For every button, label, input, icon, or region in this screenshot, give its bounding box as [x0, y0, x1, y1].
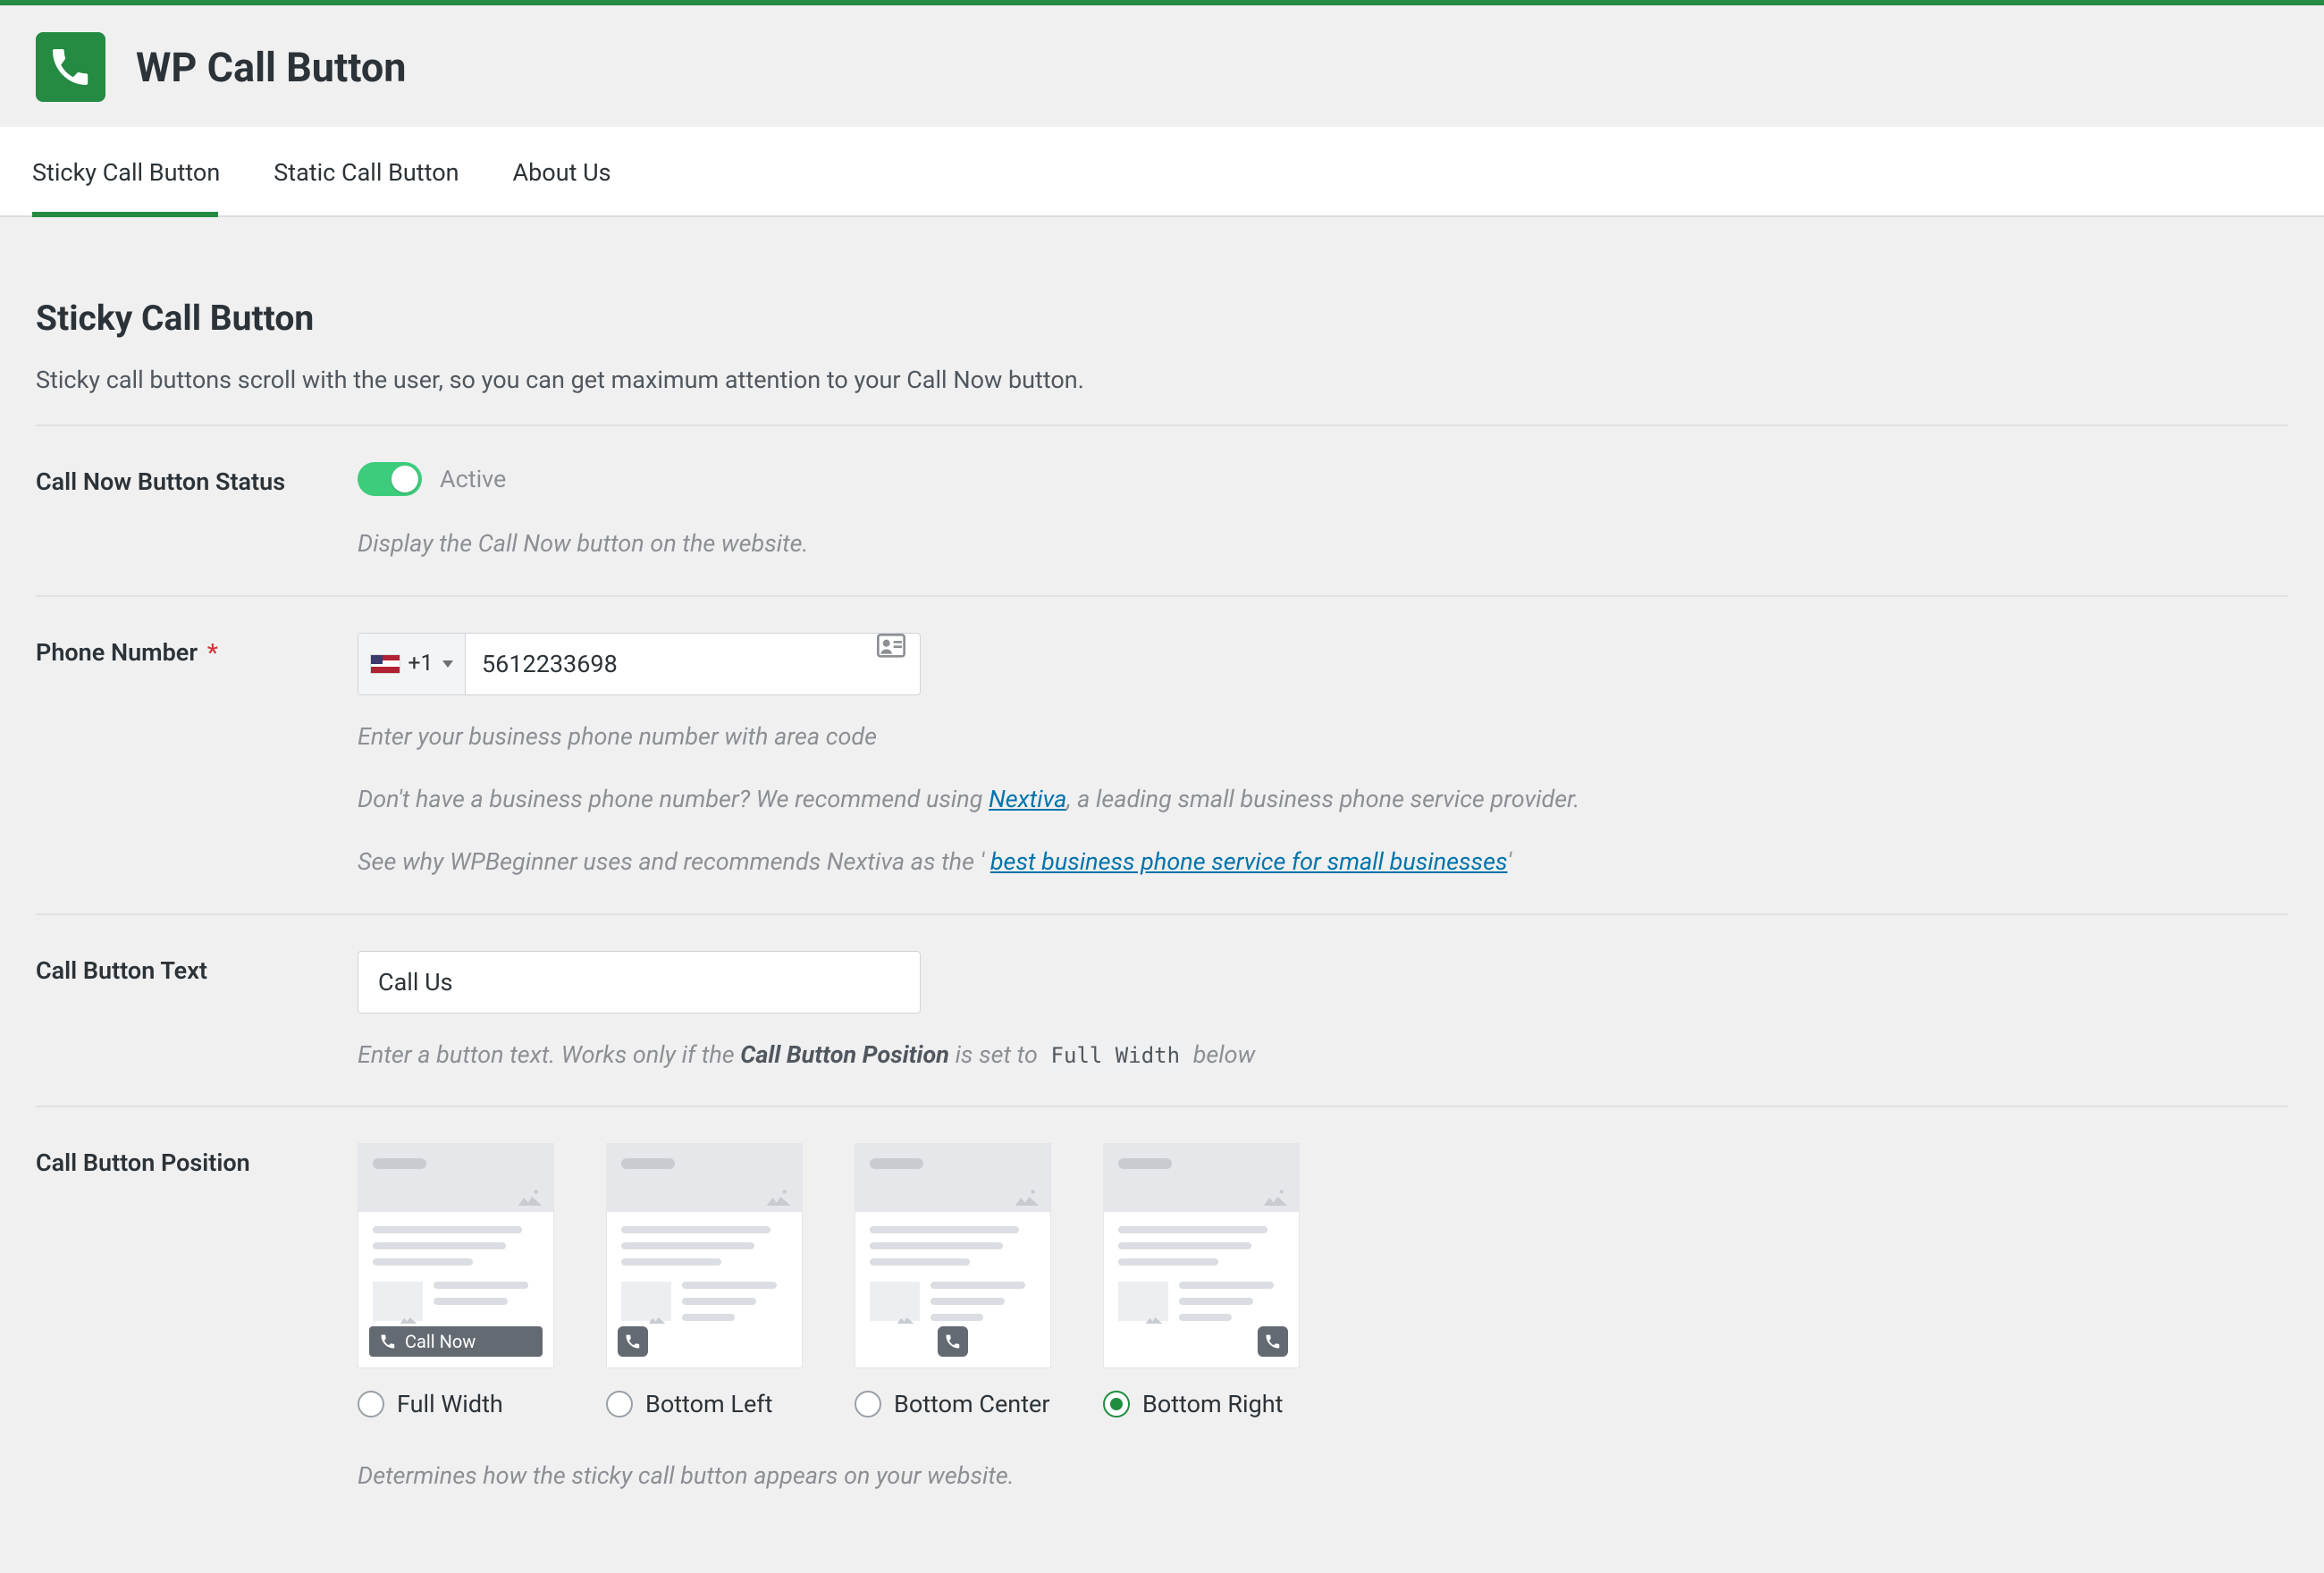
preview-call-square [938, 1326, 968, 1357]
text: Don't have a business phone number? We r… [358, 785, 989, 813]
preview-bottom-left [606, 1143, 803, 1368]
radio-icon[interactable] [1103, 1391, 1130, 1417]
section-title: Sticky Call Button [36, 298, 2288, 339]
preview-call-bar: Call Now [369, 1326, 543, 1357]
row-button-text: Call Button Text Call Us Enter a button … [36, 951, 2288, 1076]
position-option-full-width[interactable]: Call Now Full Width [358, 1143, 554, 1418]
required-indicator: * [207, 638, 218, 667]
status-help: Display the Call Now button on the websi… [358, 524, 2288, 565]
radio-full-width[interactable]: Full Width [358, 1390, 554, 1418]
radio-icon[interactable] [606, 1391, 633, 1417]
text: below [1193, 1040, 1256, 1069]
preview-full-width: Call Now [358, 1143, 554, 1368]
toggle-switch[interactable] [358, 462, 422, 496]
text: Enter a button text. Works only if the [358, 1040, 740, 1069]
divider [36, 913, 2288, 915]
status-state-label: Active [440, 465, 506, 493]
radio-label: Bottom Center [894, 1390, 1050, 1418]
phone-icon [380, 1333, 396, 1350]
contact-card-icon[interactable] [877, 634, 905, 659]
text: is set to [956, 1040, 1044, 1069]
divider [36, 1106, 2288, 1107]
tabs: Sticky Call Button Static Call Button Ab… [0, 127, 2324, 215]
preview-bottom-center [855, 1143, 1051, 1368]
text-strong: Call Button Position [740, 1040, 949, 1069]
label-phone-text: Phone Number [36, 638, 198, 667]
text: See why WPBeginner uses and recommends N… [358, 847, 984, 876]
position-options: Call Now Full Width [358, 1143, 2288, 1418]
radio-label: Full Width [397, 1390, 503, 1418]
phone-input[interactable]: +1 5612233698 [358, 633, 921, 695]
text: ' [1507, 847, 1511, 876]
phone-number-field[interactable]: 5612233698 [466, 634, 877, 694]
radio-bottom-left[interactable]: Bottom Left [606, 1390, 803, 1418]
row-phone: Phone Number * +1 5612233698 Enter your … [36, 633, 2288, 883]
tab-sticky-call-button[interactable]: Sticky Call Button [32, 128, 243, 215]
preview-call-label: Call Now [405, 1331, 476, 1352]
link-phone-service-article[interactable]: best business phone service for small bu… [990, 847, 1508, 876]
phone-help-2: Don't have a business phone number? We r… [358, 779, 2288, 820]
link-nextiva[interactable]: Nextiva [989, 785, 1066, 813]
page-title: WP Call Button [136, 44, 407, 91]
status-toggle[interactable]: Active [358, 462, 506, 496]
radio-bottom-center[interactable]: Bottom Center [855, 1390, 1051, 1418]
position-option-bottom-right[interactable]: Bottom Right [1103, 1143, 1300, 1418]
label-position: Call Button Position [36, 1143, 358, 1177]
button-text-input[interactable]: Call Us [358, 951, 921, 1014]
position-option-bottom-center[interactable]: Bottom Center [855, 1143, 1051, 1418]
radio-label: Bottom Left [645, 1390, 772, 1418]
row-status: Call Now Button Status Active Display th… [36, 462, 2288, 565]
preview-bottom-right [1103, 1143, 1300, 1368]
chevron-down-icon [442, 660, 453, 668]
tab-static-call-button[interactable]: Static Call Button [274, 128, 482, 215]
phone-help-1: Enter your business phone number with ar… [358, 717, 2288, 758]
row-position: Call Button Position [36, 1143, 2288, 1497]
label-button-text: Call Button Text [36, 951, 358, 985]
radio-icon[interactable] [855, 1391, 881, 1417]
label-phone: Phone Number * [36, 633, 358, 667]
button-text-help: Enter a button text. Works only if the C… [358, 1035, 2288, 1076]
code-full-width: Full Width [1044, 1041, 1188, 1070]
section-description: Sticky call buttons scroll with the user… [36, 366, 2288, 394]
phone-help-3: See why WPBeginner uses and recommends N… [358, 842, 2288, 883]
phone-icon [49, 46, 92, 88]
divider [36, 425, 2288, 426]
flag-icon [370, 654, 400, 674]
page-header: WP Call Button [0, 5, 2324, 127]
phone-country-selector[interactable]: +1 [358, 634, 466, 694]
preview-call-square [618, 1326, 648, 1357]
tab-about-us[interactable]: About Us [513, 128, 635, 215]
preview-call-square [1258, 1326, 1288, 1357]
position-option-bottom-left[interactable]: Bottom Left [606, 1143, 803, 1418]
radio-icon[interactable] [358, 1391, 384, 1417]
radio-label: Bottom Right [1142, 1390, 1283, 1418]
divider [36, 595, 2288, 597]
text: , a leading small business phone service… [1066, 785, 1579, 813]
radio-bottom-right[interactable]: Bottom Right [1103, 1390, 1300, 1418]
position-help: Determines how the sticky call button ap… [358, 1456, 2288, 1497]
dial-code: +1 [408, 651, 433, 677]
label-status: Call Now Button Status [36, 462, 358, 496]
app-logo [36, 32, 105, 102]
